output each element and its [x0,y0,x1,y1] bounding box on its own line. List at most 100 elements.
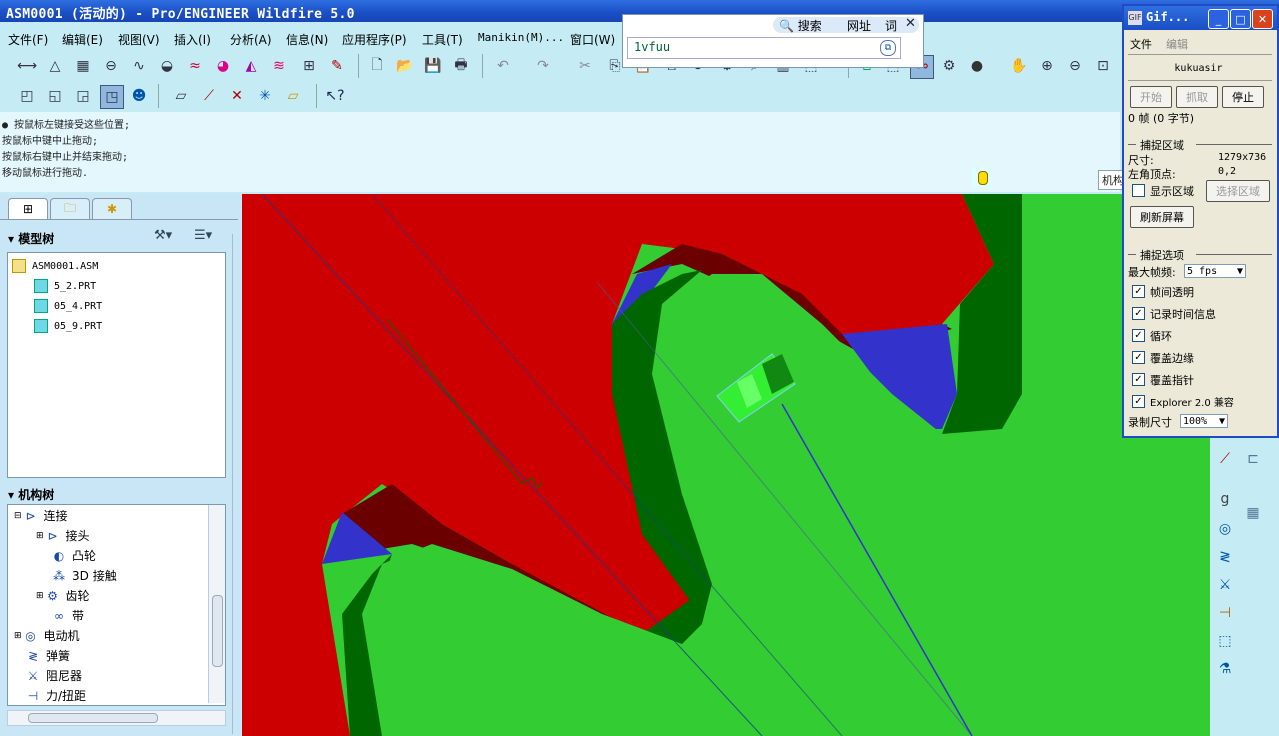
fps-select[interactable]: 5 fps ▼ [1184,264,1246,278]
tree-item-part[interactable]: 5_2.PRT [34,279,96,293]
datum-plane-icon[interactable]: ▱ [170,85,192,107]
menu-manikin[interactable]: Manikin(M)... [478,31,564,44]
refresh-screen-button[interactable]: 刷新屏幕 [1130,206,1194,228]
mech-item-motors[interactable]: ⊞ ◎ 电动机 [14,627,80,644]
print-icon[interactable]: 🖶 [450,55,472,77]
explorer-compat-checkbox[interactable]: ✓ [1132,395,1145,408]
url-tab[interactable]: 网址 [847,17,871,34]
gif-menu-edit[interactable]: 编辑 [1166,36,1188,52]
slope-icon[interactable]: ≋ [268,55,290,77]
spring-tool-icon[interactable]: ≷ [1214,546,1236,568]
new-file-icon[interactable]: 🗋 [366,55,388,77]
annotation-icon[interactable]: ▱ [282,85,304,107]
redo-icon[interactable]: ↷ [532,55,554,77]
hidden-line-icon[interactable]: ◱ [44,85,66,107]
shading-icon[interactable]: ◳ [100,85,124,109]
no-hidden-icon[interactable]: ◲ [72,85,94,107]
open-folder-icon[interactable]: 📂 [394,55,416,77]
menu-tools[interactable]: 工具(T) [422,31,463,48]
go-icon[interactable]: ⧉ [880,40,896,56]
show-area-checkbox[interactable] [1132,184,1145,197]
word-tab[interactable]: 词 [885,17,897,34]
menu-window[interactable]: 窗口(W) [570,31,615,48]
undo-icon[interactable]: ↶ [492,55,514,77]
cut-icon[interactable]: ✂ [574,55,596,77]
maximize-button[interactable]: □ [1230,9,1251,29]
menu-insert[interactable]: 插入(I) [174,31,211,48]
search-input[interactable]: 1vfuu ⧉ [627,37,901,59]
mech-item-joints[interactable]: ⊞ ⊳ 接头 [36,527,90,544]
context-help-icon[interactable]: ↖? [324,85,346,107]
tree-item-asm[interactable]: ASM0001.ASM [12,259,98,273]
record-size-select[interactable]: 100% ▼ [1180,414,1228,428]
menu-view[interactable]: 视图(V) [118,31,160,48]
curvature-icon[interactable]: ≈ [184,55,206,77]
grid-icon[interactable]: ▦ [1242,502,1264,524]
menu-applications[interactable]: 应用程序(P) [342,31,407,48]
mass-properties-icon[interactable]: ⚗ [1214,658,1236,680]
measure-distance-icon[interactable]: ⟷ [16,55,38,77]
cover-border-checkbox[interactable]: ✓ [1132,351,1145,364]
shade-sphere-icon[interactable]: ● [966,55,988,77]
gravity-icon[interactable]: g [1214,488,1236,510]
measure-diameter-icon[interactable]: ⊖ [100,55,122,77]
tree-item-part[interactable]: 05_4.PRT [34,299,102,313]
model-display-icon[interactable]: ☻ [128,85,150,107]
tab-model-tree[interactable]: ⊞ [8,198,48,219]
loop-checkbox[interactable]: ✓ [1132,329,1145,342]
search-tab[interactable]: 🔍 搜索 [779,17,822,34]
refit-icon[interactable]: ⊡ [1092,55,1114,77]
damper-tool-icon[interactable]: ⚔ [1214,574,1236,596]
initial-condition-icon[interactable]: ⬚ [1214,630,1236,652]
pan-hand-icon[interactable]: ✋ [1008,55,1030,77]
mech-item-dampers[interactable]: ⚔ 阻尼器 [26,667,82,684]
minimize-button[interactable]: _ [1208,9,1229,29]
force-tool-icon[interactable]: ⊣ [1214,602,1236,624]
zoom-out-icon[interactable]: ⊖ [1064,55,1086,77]
surface-analysis-icon[interactable]: ◒ [156,55,178,77]
mech-item-gears[interactable]: ⊞ ⚙ 齿轮 [36,587,90,604]
horizontal-scrollbar[interactable] [7,710,226,726]
offset-icon[interactable]: ⊞ [298,55,320,77]
graphics-window[interactable] [242,194,1210,736]
menu-file[interactable]: 文件(F) [8,31,48,48]
datum-point-icon[interactable]: ✕ [226,85,248,107]
stop-button[interactable]: 停止 [1222,86,1264,108]
coordinate-system-icon[interactable]: ✳ [254,85,276,107]
mech-tree-scrollbar[interactable] [208,505,225,703]
mech-item-belts[interactable]: ∞ 带 [52,607,84,624]
save-icon[interactable]: 💾 [422,55,444,77]
model-tree-header[interactable]: ▾ 模型树 [8,230,54,247]
shading-analysis-icon[interactable]: ◕ [212,55,234,77]
mech-item-connections[interactable]: ⊟ ⊳ 连接 [14,507,68,524]
datum-axis-icon[interactable]: ⟋ [198,85,220,107]
start-button[interactable]: 开始 [1130,86,1172,108]
tree-settings-icon[interactable]: ⚒▾ [154,228,172,243]
measure-area-icon[interactable]: △ [44,55,66,77]
mech-item-cams[interactable]: ◐ 凸轮 [52,547,96,564]
measure-table-icon[interactable]: ▦ [72,55,94,77]
mech-item-springs[interactable]: ≷ 弹簧 [26,647,70,664]
close-icon[interactable]: ✕ [905,16,916,31]
menu-edit[interactable]: 编辑(E) [62,31,103,48]
grab-button[interactable]: 抓取 [1176,86,1218,108]
curve-analysis-icon[interactable]: ∿ [128,55,150,77]
mech-item-force-torque[interactable]: ⊣ 力/扭距 [26,687,86,704]
frame-transparent-checkbox[interactable]: ✓ [1132,285,1145,298]
tree-item-part[interactable]: 05_9.PRT [34,319,102,333]
mechanism-icon[interactable]: ⚙ [938,55,960,77]
menu-info[interactable]: 信息(N) [286,31,328,48]
menu-analysis[interactable]: 分析(A) [230,31,272,48]
gif-menu-file[interactable]: 文件 [1130,36,1152,52]
cover-pointer-checkbox[interactable]: ✓ [1132,373,1145,386]
tab-folder-browser[interactable]: 🗀 [50,198,90,219]
tab-favorites[interactable]: ✱ [92,198,132,219]
analysis-graph-icon[interactable]: ⟋ [1214,448,1236,470]
close-button[interactable]: ✕ [1252,9,1273,29]
draft-analysis-icon[interactable]: ◭ [240,55,262,77]
time-info-checkbox[interactable]: ✓ [1132,307,1145,320]
motor-tool-icon[interactable]: ◎ [1214,518,1236,540]
tree-columns-icon[interactable]: ☰▾ [194,228,212,243]
dihedral-icon[interactable]: ✎ [326,55,348,77]
panel-splitter[interactable] [232,234,239,734]
